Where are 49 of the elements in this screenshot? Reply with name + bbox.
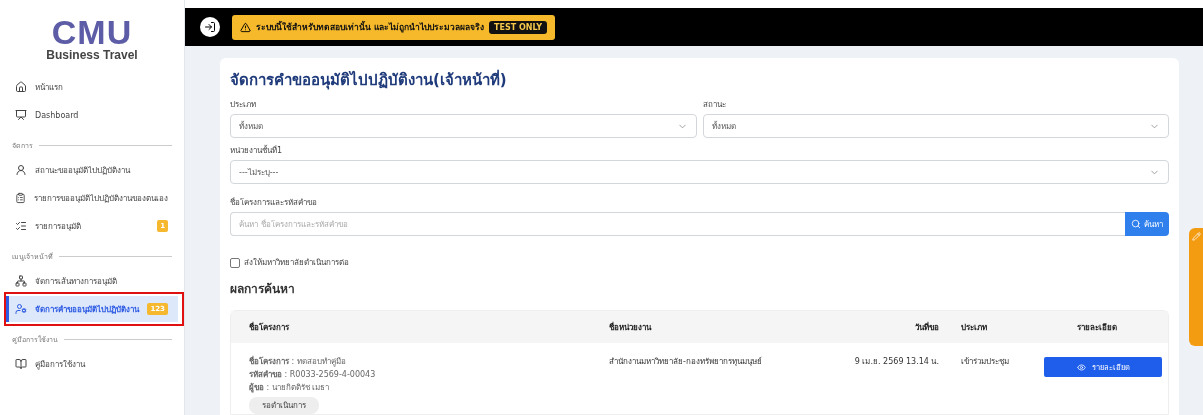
checklist-icon bbox=[15, 220, 27, 232]
search-field[interactable]: ค้นหา ชื่อโครงการและรหัสคำขอ bbox=[230, 212, 1125, 236]
table-cell: เข้าร่วมประชุม bbox=[961, 357, 1009, 366]
field-label: ชื่อโครงการและรหัสคำขอ bbox=[230, 196, 318, 209]
search-icon bbox=[1131, 219, 1141, 229]
logo-subtitle: Business Travel bbox=[45, 48, 139, 62]
column-header: วันที่ขอ bbox=[914, 321, 939, 334]
clipboard-icon bbox=[15, 192, 26, 204]
checkbox[interactable] bbox=[230, 257, 240, 268]
field-label: ประเภท bbox=[230, 99, 257, 111]
field-label: หน่วยงานชั้นที่1 bbox=[230, 144, 284, 157]
sidebar-item[interactable]: คู่มือการใช้งาน bbox=[6, 351, 178, 377]
network-icon bbox=[15, 275, 27, 287]
sidebar-item[interactable]: สถานะขออนุมัติไปปฏิบัติงาน bbox=[6, 157, 178, 183]
sidebar-item[interactable]: จัดการเส้นทางการอนุมัติ bbox=[6, 268, 178, 294]
detail-line: ผู้ขอ : นายกิตติรัช เมธา bbox=[249, 382, 331, 394]
field-label: สถานะ bbox=[702, 99, 727, 111]
test-badge: TEST ONLY bbox=[488, 20, 548, 34]
sidebar-item[interactable]: Dashboard bbox=[6, 102, 178, 128]
eye-icon bbox=[1076, 362, 1086, 372]
column-header: ประเภท bbox=[960, 321, 988, 334]
sidebar-item[interactable]: หน้าแรก bbox=[6, 74, 178, 100]
pencil-icon bbox=[1191, 232, 1201, 241]
sidebar-item[interactable]: รายการขออนุมัติไปปฏิบัติงานของตนเอง bbox=[6, 185, 178, 211]
search-button[interactable]: ค้นหา bbox=[1125, 212, 1169, 236]
login-button[interactable] bbox=[200, 17, 220, 37]
detail-line: ชื่อโครงการ : ทดสอบทำคู่มือ bbox=[249, 355, 347, 368]
logo: CMU bbox=[51, 16, 133, 48]
table-cell: สำนักงานมหาวิทยาลัย-กองทรัพยากรทุนมนุษย์ bbox=[609, 357, 762, 366]
presentation-icon bbox=[15, 109, 27, 121]
unit-select[interactable]: ---ไม่ระบุ--- bbox=[230, 160, 1169, 184]
user-icon bbox=[15, 164, 27, 176]
detail-line: รหัสคำขอ : R0033-2569-4-00043 bbox=[249, 369, 377, 381]
login-icon bbox=[204, 21, 216, 33]
results-heading: ผลการค้นหา bbox=[230, 281, 296, 298]
user-gear-icon bbox=[15, 303, 27, 315]
table-cell: 9 เม.ย. 2569 13.14 น. bbox=[854, 357, 939, 366]
checkbox-label: ส่งให้มหาวิทยาลัยดำเนินการต่อ bbox=[244, 257, 349, 269]
house-icon bbox=[15, 81, 27, 93]
type-select[interactable]: ทั้งหมด bbox=[230, 114, 697, 138]
page-title: จัดการคำขออนุมัติไปปฏิบัติงาน(เจ้าหน้าที่) bbox=[230, 68, 508, 92]
status-select[interactable]: ทั้งหมด bbox=[702, 114, 1169, 138]
banner-text: ระบบนี้ใช้สำหรับทดสอบเท่านั้น และไม่ถูกนำไปประมวลผลจริง bbox=[256, 20, 484, 34]
status-pill: รอดำเนินการ bbox=[249, 397, 319, 414]
column-header: รายละเอียด bbox=[1076, 321, 1118, 334]
column-header: ชื่อโครงการ bbox=[249, 321, 290, 334]
warning-icon bbox=[240, 21, 251, 33]
book-icon bbox=[15, 358, 27, 370]
column-header: ชื่อหน่วยงาน bbox=[609, 321, 653, 334]
